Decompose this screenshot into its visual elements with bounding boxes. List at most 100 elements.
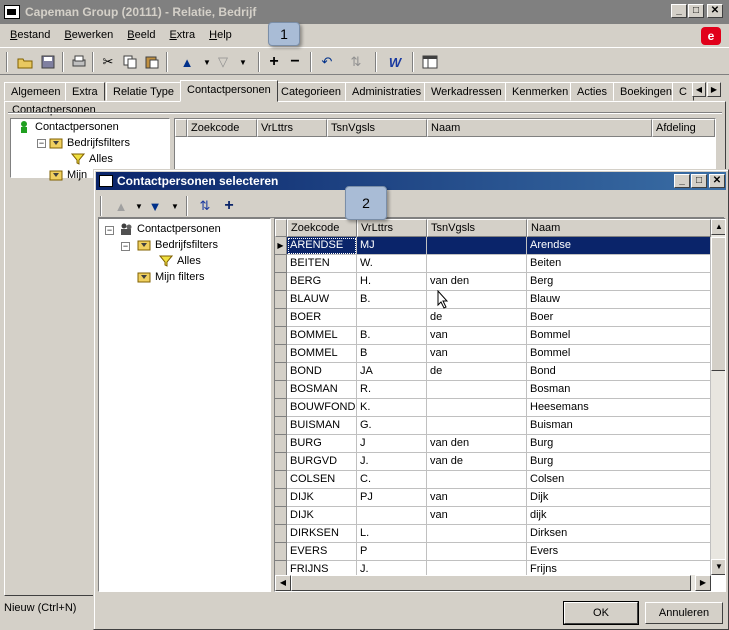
table-row[interactable]: BOUWFONDS K. Heesemans: [275, 399, 711, 417]
scroll-right-icon[interactable]: ▶: [695, 575, 711, 591]
cell-zoekcode[interactable]: BEITEN: [287, 255, 357, 273]
row-selector[interactable]: [275, 309, 287, 327]
row-selector[interactable]: [275, 363, 287, 381]
dialog-close-button[interactable]: ✕: [709, 174, 725, 188]
cell-zoekcode[interactable]: BERG: [287, 273, 357, 291]
cell-naam[interactable]: Blauw: [527, 291, 711, 309]
ok-button[interactable]: OK: [563, 601, 639, 625]
cell-vrlttrs[interactable]: C.: [357, 471, 427, 489]
cell-vrlttrs[interactable]: R.: [357, 381, 427, 399]
undo-icon[interactable]: ↶: [316, 52, 338, 72]
cell-tsnvgsls[interactable]: [427, 543, 527, 561]
cell-vrlttrs[interactable]: J: [357, 435, 427, 453]
cell-vrlttrs[interactable]: W.: [357, 255, 427, 273]
row-selector[interactable]: [275, 399, 287, 417]
cell-zoekcode[interactable]: BOND: [287, 363, 357, 381]
cell-naam[interactable]: Dirksen: [527, 525, 711, 543]
row-pointer-icon[interactable]: ▶: [275, 237, 287, 255]
dialog-grid[interactable]: Zoekcode VrLttrs TsnVgsls Naam ▶ ARENDSE M…: [274, 218, 726, 592]
cell-tsnvgsls[interactable]: van: [427, 345, 527, 363]
vertical-scrollbar[interactable]: ▲ ▼: [711, 219, 725, 575]
cell-vrlttrs[interactable]: MJ: [357, 237, 427, 255]
table-row[interactable]: DIJK PJ van Dijk: [275, 489, 711, 507]
cell-tsnvgsls[interactable]: van den: [427, 435, 527, 453]
cell-vrlttrs[interactable]: JA: [357, 363, 427, 381]
table-row[interactable]: BUISMAN G. Buisman: [275, 417, 711, 435]
col-zoekcode[interactable]: Zoekcode: [187, 119, 257, 137]
table-row[interactable]: BOND JA de Bond: [275, 363, 711, 381]
close-button[interactable]: ✕: [707, 4, 723, 18]
scroll-thumb[interactable]: [711, 237, 725, 371]
dialog-maximize-button[interactable]: □: [691, 174, 707, 188]
cell-tsnvgsls[interactable]: van: [427, 327, 527, 345]
menu-bestand[interactable]: Bestand: [10, 29, 50, 41]
menu-extra[interactable]: Extra: [169, 29, 195, 41]
menu-bewerken[interactable]: Bewerken: [64, 29, 113, 41]
cell-tsnvgsls[interactable]: van den: [427, 273, 527, 291]
window-layout-icon[interactable]: [419, 52, 441, 72]
table-row[interactable]: BOMMEL Bvan Bommel: [275, 345, 711, 363]
cut-icon[interactable]: ✂: [97, 52, 119, 72]
cell-vrlttrs[interactable]: B.: [357, 327, 427, 345]
col-afdeling[interactable]: Afdeling: [652, 119, 715, 137]
tab-boekingen[interactable]: Boekingen: [613, 82, 679, 101]
dlg-col-vrlttrs[interactable]: VrLttrs: [357, 219, 427, 237]
dialog-minimize-button[interactable]: _: [674, 174, 690, 188]
print-icon[interactable]: [68, 52, 90, 72]
cell-naam[interactable]: Colsen: [527, 471, 711, 489]
main-grid[interactable]: Zoekcode VrLttrs TsnVgsls Naam Afdeling: [174, 118, 716, 170]
row-selector[interactable]: [275, 471, 287, 489]
dlg-col-zoekcode[interactable]: Zoekcode: [287, 219, 357, 237]
horizontal-scrollbar[interactable]: ◀ ▶: [275, 575, 711, 591]
cell-vrlttrs[interactable]: K.: [357, 399, 427, 417]
cell-zoekcode[interactable]: DIRKSEN: [287, 525, 357, 543]
col-vrlttrs[interactable]: VrLttrs: [257, 119, 327, 137]
move-down-icon[interactable]: ▽: [212, 52, 234, 72]
paste-icon[interactable]: [141, 52, 163, 72]
tab-overflow[interactable]: C: [672, 82, 694, 101]
tab-extra[interactable]: Extra: [65, 82, 105, 101]
add-icon[interactable]: +: [263, 52, 285, 72]
cell-naam[interactable]: Evers: [527, 543, 711, 561]
cell-zoekcode[interactable]: BOUWFONDS: [287, 399, 357, 417]
cell-tsnvgsls[interactable]: de: [427, 363, 527, 381]
open-folder-icon[interactable]: [14, 52, 36, 72]
cell-tsnvgsls[interactable]: [427, 399, 527, 417]
dialog-refresh-icon[interactable]: ⇅: [194, 196, 216, 216]
cell-naam[interactable]: Burg: [527, 453, 711, 471]
main-tree-alles[interactable]: Alles: [70, 153, 113, 165]
cell-zoekcode[interactable]: BOER: [287, 309, 357, 327]
cell-naam[interactable]: Dijk: [527, 489, 711, 507]
cell-tsnvgsls[interactable]: van: [427, 507, 527, 525]
expander-icon[interactable]: −: [105, 226, 114, 235]
tab-kenmerken[interactable]: Kenmerken: [505, 82, 576, 101]
cell-vrlttrs[interactable]: B.: [357, 291, 427, 309]
dialog-tree-mijn-filters[interactable]: Mijn filters: [137, 271, 205, 283]
dialog-tree[interactable]: − Contactpersonen − Bedrijfsfilters Alle…: [98, 218, 271, 592]
cell-zoekcode[interactable]: EVERS: [287, 543, 357, 561]
remove-icon[interactable]: −: [284, 52, 306, 72]
cell-naam[interactable]: dijk: [527, 507, 711, 525]
move-down-dropdown-icon[interactable]: ▼: [232, 52, 254, 72]
table-row[interactable]: BEITEN W. Beiten: [275, 255, 711, 273]
tab-relatie-type[interactable]: Relatie Type: [106, 82, 181, 101]
cell-zoekcode[interactable]: BURGVD: [287, 453, 357, 471]
row-selector[interactable]: [275, 525, 287, 543]
cell-naam[interactable]: Boer: [527, 309, 711, 327]
row-selector[interactable]: [275, 489, 287, 507]
cell-vrlttrs[interactable]: G.: [357, 417, 427, 435]
cell-zoekcode[interactable]: BOMMEL: [287, 345, 357, 363]
cell-zoekcode[interactable]: BLAUW: [287, 291, 357, 309]
cell-tsnvgsls[interactable]: [427, 525, 527, 543]
tab-acties[interactable]: Acties: [570, 82, 614, 101]
row-selector[interactable]: [275, 507, 287, 525]
cell-naam[interactable]: Heesemans: [527, 399, 711, 417]
dialog-tree-root[interactable]: Contactpersonen: [119, 223, 221, 235]
main-tree-bedrijfsfilters[interactable]: Bedrijfsfilters: [49, 137, 130, 149]
table-row[interactable]: COLSEN C. Colsen: [275, 471, 711, 489]
cell-zoekcode[interactable]: DIJK: [287, 507, 357, 525]
scroll-down-icon[interactable]: ▼: [711, 559, 725, 575]
cell-zoekcode[interactable]: BOSMAN: [287, 381, 357, 399]
col-tsnvgsls[interactable]: TsnVgsls: [327, 119, 427, 137]
cancel-button[interactable]: Annuleren: [645, 602, 723, 624]
